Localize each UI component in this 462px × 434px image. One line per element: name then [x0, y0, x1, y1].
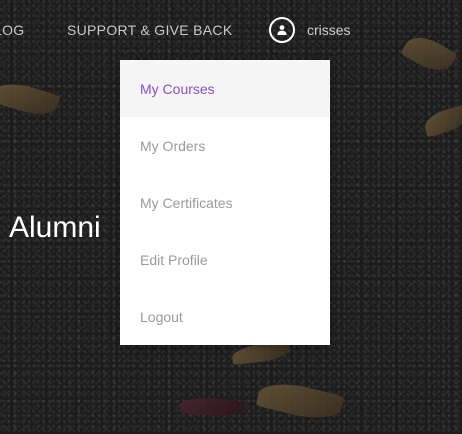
- background-leaf: [255, 376, 345, 426]
- background-leaf: [421, 104, 462, 138]
- nav-link-blog[interactable]: LOG: [0, 22, 24, 38]
- page-title: Alumni: [9, 211, 101, 244]
- nav-link-support-give-back[interactable]: SUPPORT & GIVE BACK: [67, 22, 232, 38]
- background-leaf: [400, 29, 458, 79]
- user-icon[interactable]: [269, 17, 295, 43]
- menu-item-my-certificates[interactable]: My Certificates: [120, 174, 330, 231]
- user-name[interactable]: crisses: [307, 22, 351, 38]
- menu-item-my-orders[interactable]: My Orders: [120, 117, 330, 174]
- background-leaf: [0, 76, 61, 122]
- user-menu-toggle[interactable]: crisses: [269, 17, 351, 43]
- background-leaf: [179, 394, 245, 420]
- user-dropdown-menu: My Courses My Orders My Certificates Edi…: [120, 60, 330, 345]
- menu-item-edit-profile[interactable]: Edit Profile: [120, 231, 330, 288]
- menu-item-my-courses[interactable]: My Courses: [120, 60, 330, 117]
- menu-item-logout[interactable]: Logout: [120, 288, 330, 345]
